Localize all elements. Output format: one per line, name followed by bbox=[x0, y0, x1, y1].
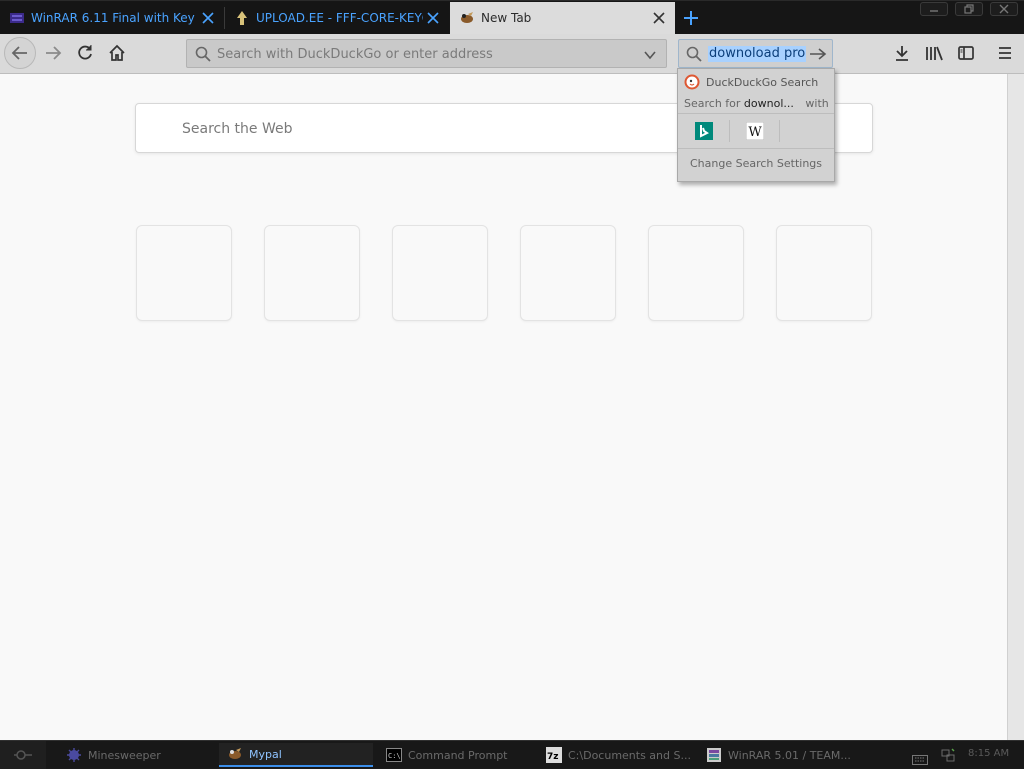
taskbar-item-7zip[interactable]: 7z C:\Documents and S... bbox=[538, 743, 696, 767]
downloads-button[interactable] bbox=[887, 38, 917, 68]
search-icon bbox=[195, 46, 211, 66]
new-tab-page bbox=[0, 74, 1007, 740]
search-for-query: downol... bbox=[743, 97, 794, 110]
winrar-favicon-icon bbox=[9, 10, 25, 26]
navigation-toolbar: downoload pro bbox=[0, 34, 1024, 74]
new-tab-button[interactable] bbox=[678, 5, 704, 31]
top-site-tile[interactable] bbox=[264, 225, 360, 321]
engine-title: DuckDuckGo Search bbox=[706, 75, 819, 89]
go-arrow-icon[interactable] bbox=[809, 46, 827, 66]
mypal-favicon-icon bbox=[459, 10, 475, 26]
vertical-scrollbar[interactable] bbox=[1007, 74, 1024, 740]
taskbar-item-label: Minesweeper bbox=[88, 748, 161, 762]
current-engine-row[interactable]: DuckDuckGo Search bbox=[684, 74, 818, 90]
back-button[interactable] bbox=[4, 37, 36, 69]
library-button[interactable] bbox=[919, 38, 949, 68]
top-site-tile[interactable] bbox=[136, 225, 232, 321]
chevron-down-icon[interactable] bbox=[643, 47, 657, 66]
close-icon bbox=[999, 4, 1009, 14]
tab-strip: WinRAR 6.11 Final with Key - C UPLOAD.EE… bbox=[0, 0, 1024, 34]
svg-text:7z: 7z bbox=[547, 752, 559, 762]
svg-text:W: W bbox=[748, 125, 762, 140]
close-tab-icon[interactable] bbox=[423, 8, 443, 28]
sidebar-icon bbox=[958, 46, 974, 60]
taskbar-item-label: WinRAR 5.01 / TEAM... bbox=[728, 748, 851, 762]
download-icon bbox=[896, 46, 908, 61]
minimize-button[interactable] bbox=[920, 2, 948, 16]
search-for-with-label: with: bbox=[805, 97, 830, 110]
tab-title: WinRAR 6.11 Final with Key - C bbox=[31, 11, 198, 25]
keyboard-tray-icon[interactable] bbox=[912, 750, 928, 769]
duckduckgo-icon bbox=[684, 74, 700, 90]
winrar-icon bbox=[706, 747, 722, 763]
restore-icon bbox=[964, 4, 974, 14]
reload-icon bbox=[78, 45, 92, 60]
sidebar-toggle-button[interactable] bbox=[951, 38, 981, 68]
plus-icon bbox=[684, 11, 698, 25]
search-icon bbox=[686, 46, 702, 66]
arrow-right-icon bbox=[46, 46, 62, 60]
taskbar-item-label: C:\Documents and S... bbox=[568, 748, 691, 762]
library-icon bbox=[926, 46, 943, 61]
search-for-row: Search for downol... with: bbox=[684, 97, 830, 110]
wikipedia-icon[interactable]: W bbox=[746, 122, 764, 140]
close-tab-icon[interactable] bbox=[649, 8, 669, 28]
close-window-button[interactable] bbox=[990, 2, 1018, 16]
address-bar[interactable] bbox=[186, 39, 667, 68]
top-site-tile[interactable] bbox=[520, 225, 616, 321]
reload-button[interactable] bbox=[70, 38, 100, 68]
cmd-icon: C:\ bbox=[386, 747, 402, 763]
restore-button[interactable] bbox=[955, 2, 983, 16]
home-icon bbox=[109, 44, 125, 61]
bing-icon[interactable] bbox=[695, 122, 713, 140]
search-suggestions-popup: DuckDuckGo Search Search for downol... w… bbox=[677, 68, 835, 182]
close-tab-icon[interactable] bbox=[198, 8, 218, 28]
taskbar-item-label: Mypal bbox=[249, 747, 282, 761]
tab-winrar[interactable]: WinRAR 6.11 Final with Key - C bbox=[0, 2, 224, 34]
taskbar-item-command-prompt[interactable]: C:\ Command Prompt bbox=[378, 743, 536, 767]
forward-button[interactable] bbox=[38, 38, 68, 68]
change-search-settings-link[interactable]: Change Search Settings bbox=[678, 157, 834, 170]
tab-upload-ee[interactable]: UPLOAD.EE - FFF-CORE-KEYG bbox=[225, 2, 449, 34]
minesweeper-icon bbox=[66, 747, 82, 763]
search-query-text[interactable]: downoload pro bbox=[708, 46, 807, 62]
tab-title: New Tab bbox=[481, 11, 532, 25]
search-for-label: Search for bbox=[684, 97, 741, 110]
taskbar-item-label: Command Prompt bbox=[408, 748, 508, 762]
top-site-tile[interactable] bbox=[392, 225, 488, 321]
taskbar-item-minesweeper[interactable]: Minesweeper bbox=[58, 743, 216, 767]
address-input[interactable] bbox=[217, 44, 637, 64]
one-off-engines: W bbox=[678, 113, 834, 149]
search-bar[interactable]: downoload pro bbox=[678, 39, 833, 68]
arrow-left-icon bbox=[11, 46, 27, 60]
home-button[interactable] bbox=[102, 38, 132, 68]
upload-favicon-icon bbox=[234, 10, 250, 26]
top-site-tile[interactable] bbox=[648, 225, 744, 321]
7zip-icon: 7z bbox=[546, 747, 562, 763]
taskbar-item-mypal[interactable]: Mypal bbox=[219, 743, 373, 767]
mypal-icon bbox=[227, 746, 243, 762]
tab-title: UPLOAD.EE - FFF-CORE-KEYG bbox=[256, 11, 423, 25]
start-icon bbox=[14, 750, 32, 760]
menu-button[interactable] bbox=[990, 38, 1020, 68]
clock[interactable]: 8:15 AM bbox=[968, 748, 1009, 759]
start-button[interactable] bbox=[0, 741, 46, 769]
svg-text:C:\: C:\ bbox=[388, 752, 401, 760]
top-site-tile[interactable] bbox=[776, 225, 872, 321]
hamburger-menu-icon bbox=[999, 47, 1011, 59]
web-search-input[interactable] bbox=[182, 118, 662, 140]
taskbar: Minesweeper Mypal C:\ Command Prompt 7z … bbox=[0, 740, 1024, 769]
network-tray-icon[interactable] bbox=[940, 747, 956, 767]
tab-new-tab[interactable]: New Tab bbox=[450, 2, 675, 34]
taskbar-item-winrar[interactable]: WinRAR 5.01 / TEAM... bbox=[698, 743, 858, 767]
minimize-icon bbox=[930, 10, 938, 12]
